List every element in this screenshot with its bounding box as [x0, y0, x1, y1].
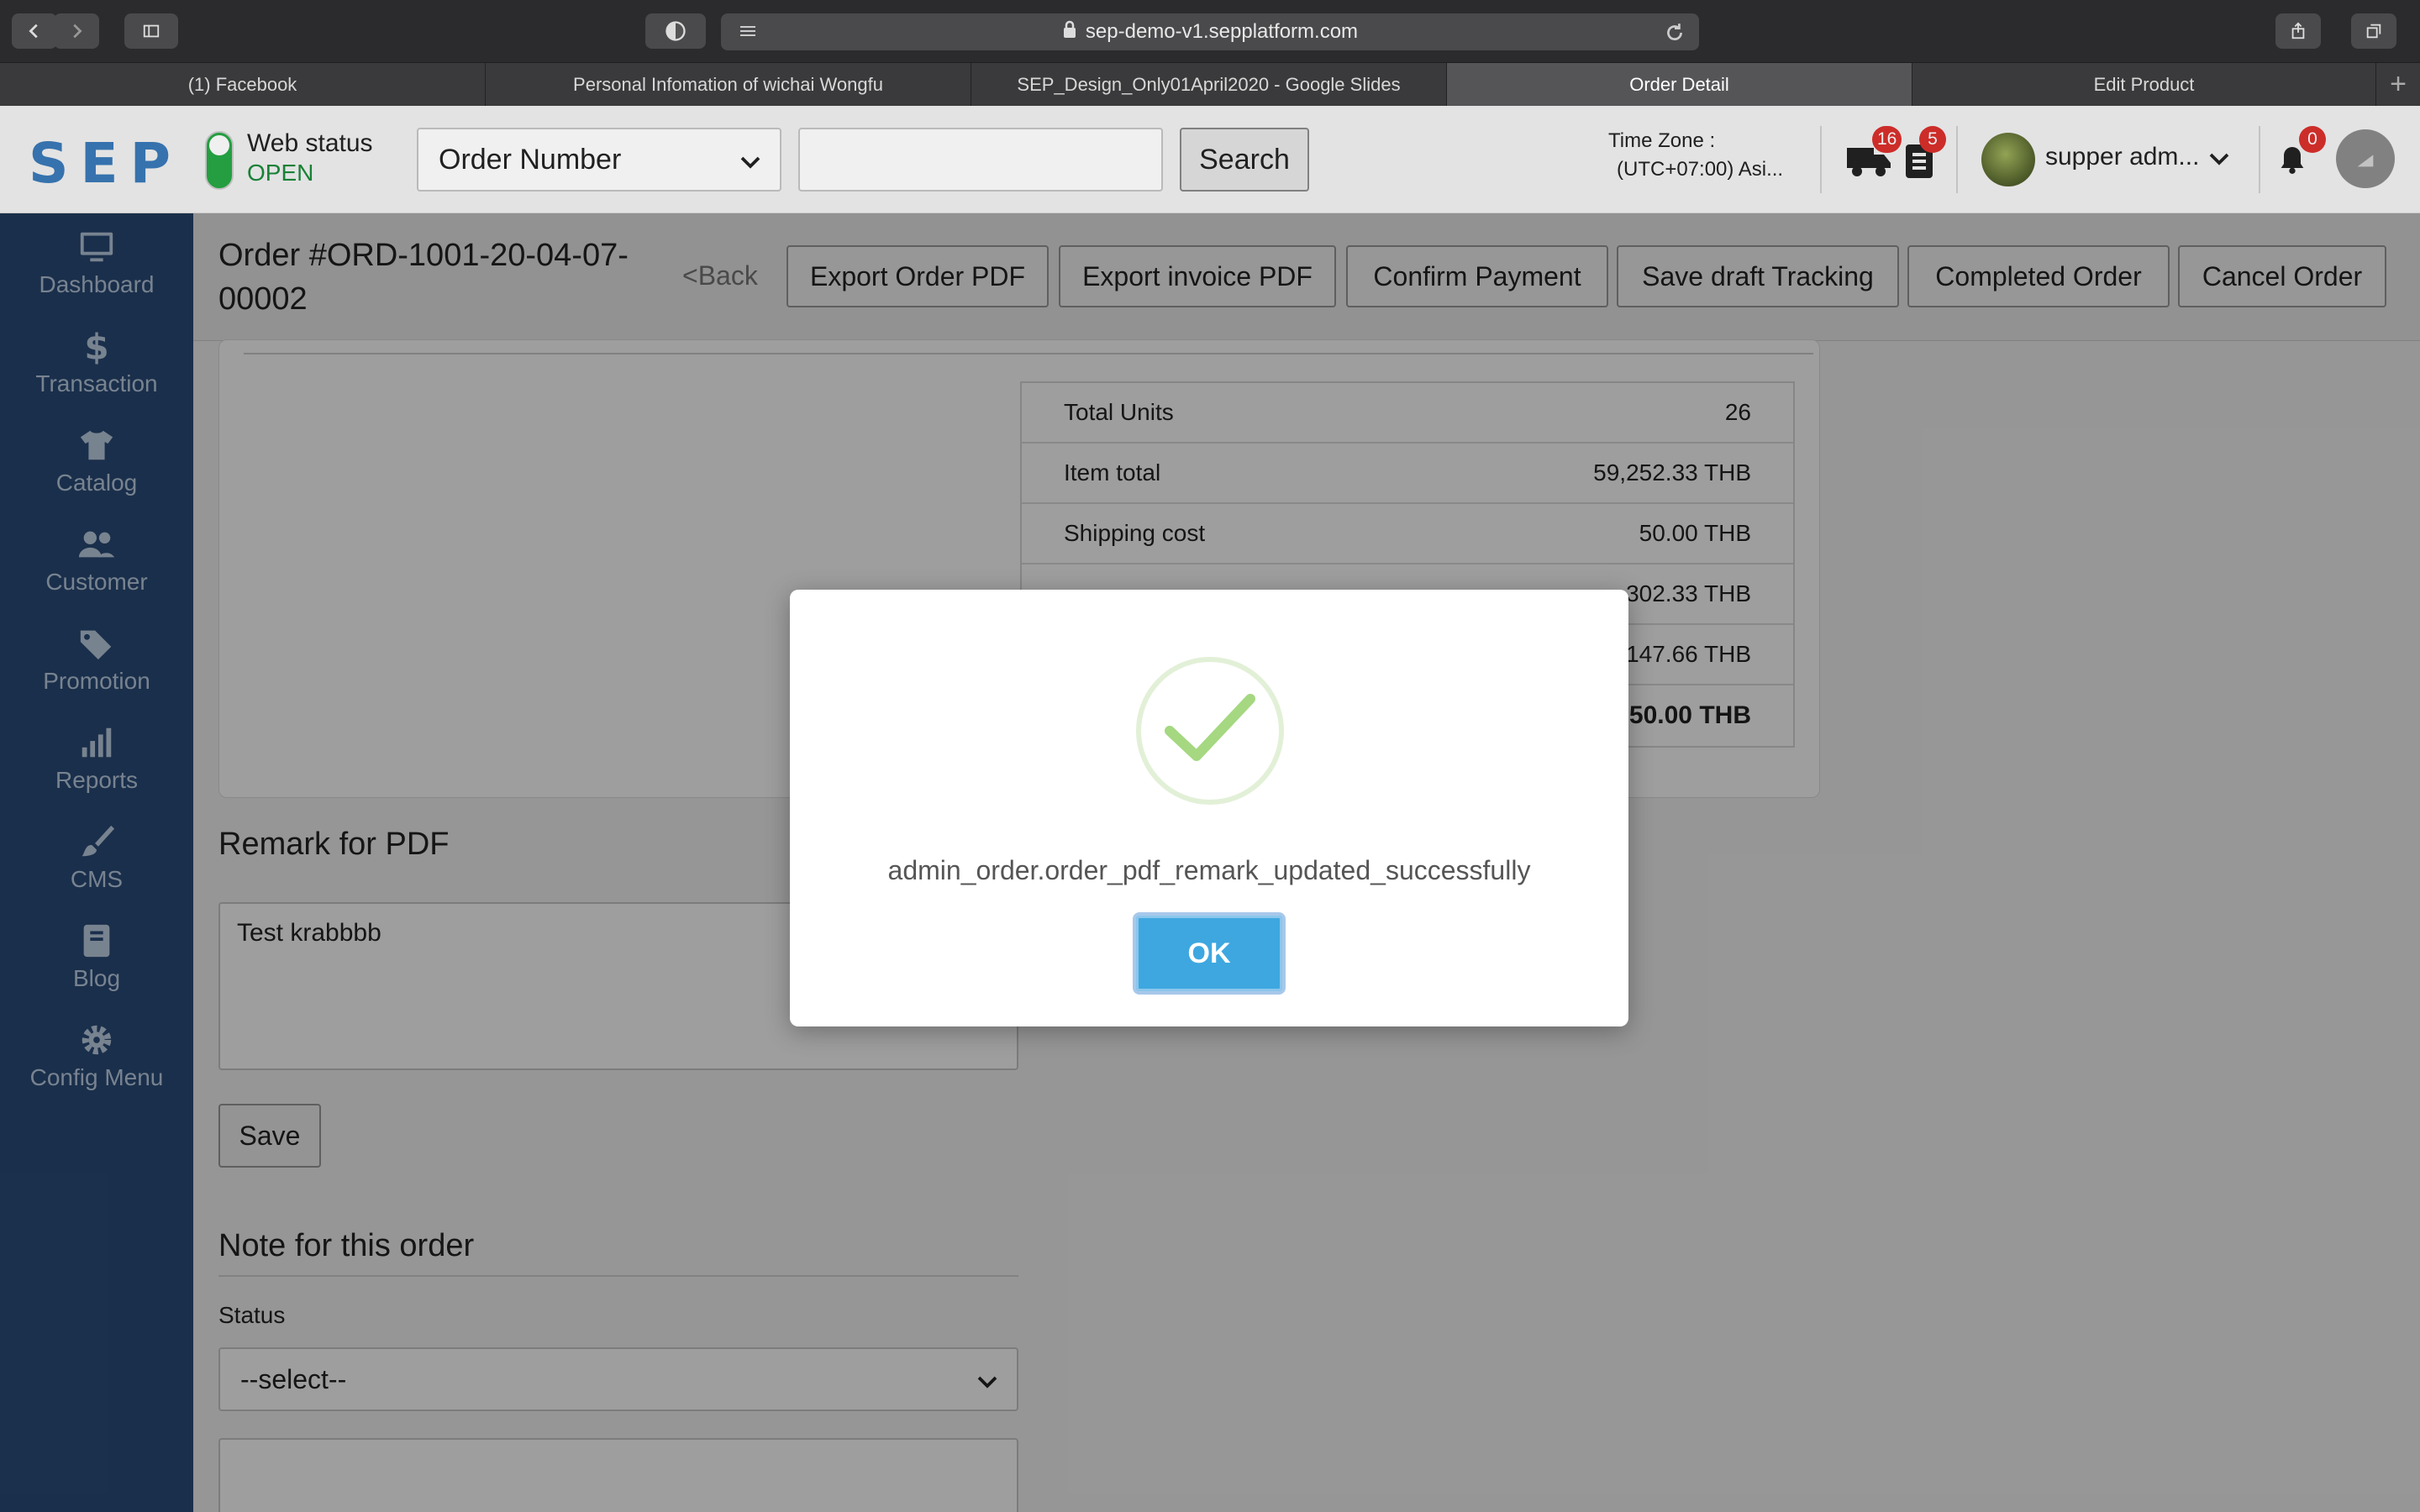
address-bar[interactable]: sep-demo-v1.sepplatform.com — [721, 13, 1699, 50]
tab-label: (1) Facebook — [187, 74, 297, 95]
tab-label: SEP_Design_Only01April2020 - Google Slid… — [1017, 74, 1401, 95]
tab-label: Order Detail — [1629, 74, 1729, 95]
tabs-overview-button[interactable] — [2351, 13, 2396, 49]
lock-icon — [1062, 20, 1077, 45]
browser-tab-active[interactable]: Order Detail — [1447, 63, 1912, 107]
reload-icon[interactable] — [1664, 22, 1686, 44]
browser-forward-button[interactable] — [54, 13, 99, 49]
tab-label: Personal Infomation of wichai Wongfu — [573, 74, 883, 95]
success-dialog: admin_order.order_pdf_remark_updated_suc… — [790, 590, 1628, 1026]
sidebar-icon — [143, 24, 160, 38]
new-tab-button[interactable]: + — [2376, 63, 2420, 106]
share-button[interactable] — [2275, 13, 2321, 49]
url-text: sep-demo-v1.sepplatform.com — [1085, 20, 1359, 43]
browser-tab[interactable]: (1) Facebook — [0, 63, 486, 107]
dialog-message: admin_order.order_pdf_remark_updated_suc… — [887, 855, 1531, 885]
shield-icon — [666, 21, 686, 41]
browser-tab[interactable]: SEP_Design_Only01April2020 - Google Slid… — [971, 63, 1447, 107]
chevron-left-icon — [29, 24, 38, 39]
sidebar-toggle-button[interactable] — [124, 13, 178, 49]
browser-tab[interactable]: Edit Product — [1912, 63, 2376, 107]
share-icon — [2291, 22, 2305, 39]
chevron-right-icon — [73, 24, 82, 39]
tab-label: Edit Product — [2093, 74, 2195, 95]
header-overlay — [0, 106, 2420, 213]
privacy-shield-button[interactable] — [645, 13, 706, 49]
tabs-icon — [2366, 24, 2381, 39]
browser-back-button[interactable] — [12, 13, 57, 49]
browser-tab[interactable]: Personal Infomation of wichai Wongfu — [486, 63, 971, 107]
success-check-icon — [1136, 657, 1284, 805]
ok-button[interactable]: OK — [1133, 912, 1286, 995]
browser-toolbar: sep-demo-v1.sepplatform.com — [0, 0, 2420, 62]
browser-tabs: (1) Facebook Personal Infomation of wich… — [0, 62, 2420, 107]
reader-icon[interactable] — [738, 22, 758, 42]
